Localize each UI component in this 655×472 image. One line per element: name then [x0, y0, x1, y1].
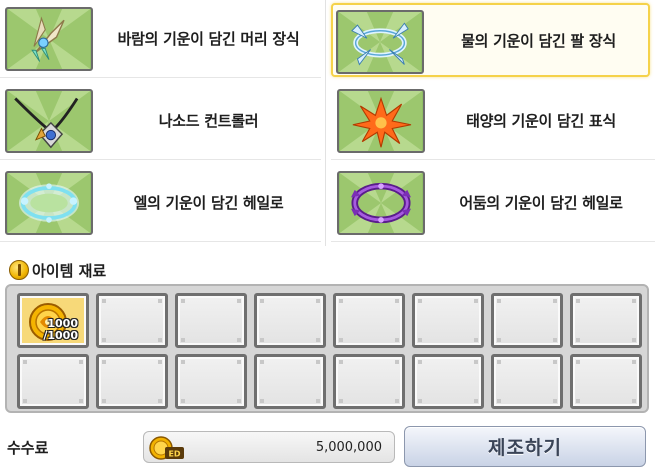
- material-slot-empty[interactable]: [254, 354, 326, 409]
- material-slot-empty[interactable]: [96, 293, 168, 348]
- dark-halo-icon: [337, 171, 425, 235]
- materials-coin-icon: [9, 260, 29, 280]
- item-card-dark-halo[interactable]: 어둠의 기운이 담긴 헤일로: [331, 164, 655, 242]
- nasod-controller-icon: [5, 89, 93, 153]
- material-slot-empty[interactable]: [412, 354, 484, 409]
- item-card-sun-mark[interactable]: 태양의 기운이 담긴 표식: [331, 82, 655, 160]
- fee-value: 5,000,000: [315, 439, 382, 455]
- material-count: 1000 /1000: [43, 317, 78, 342]
- material-slot-empty[interactable]: [491, 293, 563, 348]
- item-list: 바람의 기운이 담긴 머리 장식 물의 기운이 담긴 팔 장식 나소드 컨트롤러…: [0, 0, 655, 246]
- item-name: 태양의 기운이 담긴 표식: [466, 112, 616, 130]
- item-name: 바람의 기운이 담긴 머리 장식: [117, 30, 300, 48]
- water-arm-ornament-icon: [336, 10, 424, 74]
- el-halo-icon: [5, 171, 93, 235]
- item-card-el-halo[interactable]: 엘의 기운이 담긴 헤일로: [0, 164, 321, 242]
- material-slot-panel: 1000 /1000: [5, 284, 649, 413]
- column-divider: [325, 0, 326, 246]
- ed-coin-icon: ED: [149, 436, 184, 460]
- item-name: 어둠의 기운이 담긴 헤일로: [459, 194, 623, 212]
- sun-mark-icon: [337, 89, 425, 153]
- item-card-water-arm-ornament[interactable]: 물의 기운이 담긴 팔 장식: [331, 3, 650, 77]
- material-slot-empty[interactable]: [17, 354, 89, 409]
- item-name: 물의 기운이 담긴 팔 장식: [461, 31, 616, 50]
- materials-title: 아이템 재료: [32, 261, 107, 280]
- materials-header: 아이템 재료: [9, 260, 106, 280]
- item-card-nasod-controller[interactable]: 나소드 컨트롤러: [0, 82, 321, 160]
- material-slot-row: [17, 354, 647, 409]
- material-slot-empty[interactable]: [333, 293, 405, 348]
- material-slot-empty[interactable]: [333, 354, 405, 409]
- svg-text:ED: ED: [168, 450, 180, 459]
- material-slot-empty[interactable]: [412, 293, 484, 348]
- item-card-wind-head-ornament[interactable]: 바람의 기운이 담긴 머리 장식: [0, 0, 321, 78]
- material-slot-empty[interactable]: [175, 354, 247, 409]
- craft-button[interactable]: 제조하기: [404, 426, 646, 467]
- fee-display: ED 5,000,000: [143, 431, 395, 463]
- item-name: 나소드 컨트롤러: [158, 112, 259, 130]
- craft-button-label: 제조하기: [488, 437, 562, 459]
- material-slot-empty[interactable]: [254, 293, 326, 348]
- material-slot-empty[interactable]: [570, 293, 642, 348]
- material-slot-empty[interactable]: [175, 293, 247, 348]
- material-slot-row: 1000 /1000: [17, 293, 647, 348]
- fee-label: 수수료: [7, 439, 49, 457]
- material-slot-empty[interactable]: [491, 354, 563, 409]
- wind-head-ornament-icon: [5, 7, 93, 71]
- item-name: 엘의 기운이 담긴 헤일로: [133, 194, 284, 212]
- material-slot-empty[interactable]: [96, 354, 168, 409]
- material-slot-empty[interactable]: [570, 354, 642, 409]
- material-slot-filled[interactable]: 1000 /1000: [17, 293, 89, 348]
